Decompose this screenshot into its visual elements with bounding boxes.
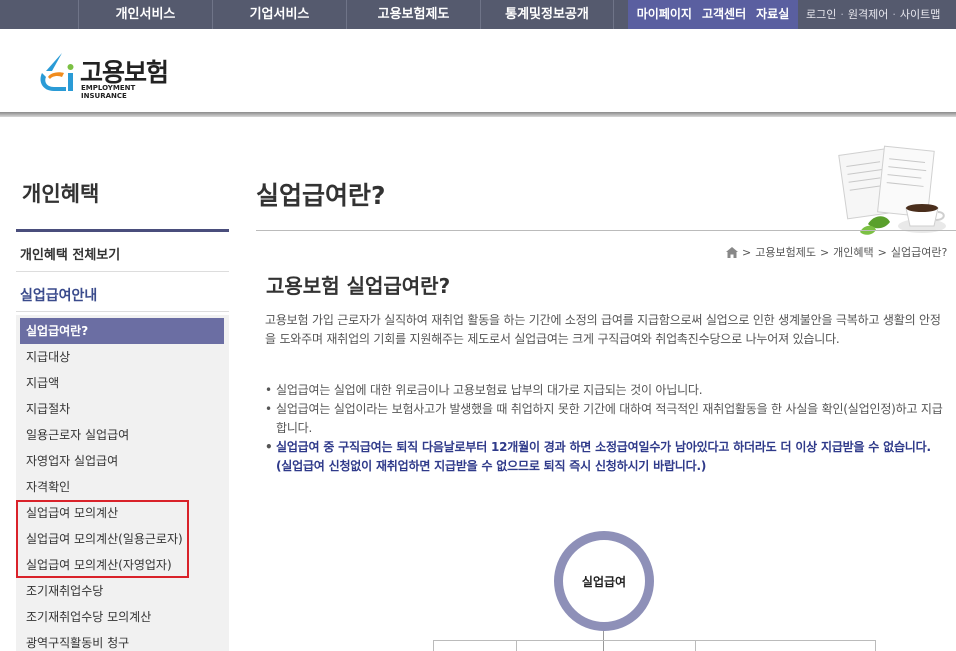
main-menu: 개인서비스 기업서비스 고용보험제도 통계및정보공개 bbox=[78, 0, 614, 29]
sidebar-item-what-is-unemployment-benefit[interactable]: 실업급여란? bbox=[20, 318, 224, 344]
breadcrumb-separator: > bbox=[877, 245, 887, 259]
menu-statistics[interactable]: 통계및정보공개 bbox=[480, 0, 614, 29]
sidebar-item-eligibility[interactable]: 지급대상 bbox=[20, 344, 224, 370]
sidebar-item-early-reemployment[interactable]: 조기재취업수당 bbox=[20, 578, 224, 604]
highlight-box bbox=[16, 500, 189, 578]
diagram-branch-tick bbox=[516, 640, 517, 651]
title-divider bbox=[256, 230, 956, 231]
menu-business-services[interactable]: 기업서비스 bbox=[212, 0, 346, 29]
sidebar-submenu: 실업급여란? 지급대상 지급액 지급절차 일용근로자 실업급여 자영업자 실업급… bbox=[16, 315, 229, 651]
diagram-root-node: 실업급여 bbox=[554, 531, 654, 631]
quick-links: 마이페이지 고객센터 자료실 bbox=[628, 0, 798, 29]
sidebar-view-all-link[interactable]: 개인혜택 전체보기 bbox=[20, 244, 120, 263]
diagram-root-label: 실업급여 bbox=[581, 574, 627, 589]
emphasis-text: 실업급여 중 구직급여는 퇴직 다음날로부터 12개월이 경과 하면 소정급여일… bbox=[276, 440, 931, 454]
menu-insurance-system[interactable]: 고용보험제도 bbox=[346, 0, 480, 29]
menu-personal-services[interactable]: 개인서비스 bbox=[78, 0, 212, 29]
breadcrumb: > 고용보험제도 > 개인혜택 > 실업급여란? bbox=[726, 244, 947, 260]
header-divider bbox=[0, 112, 956, 117]
emphasis-note: (실업급여 신청없이 재취업하면 지급받을 수 없으므로 퇴직 즉시 신청하시기… bbox=[276, 459, 707, 473]
login-link[interactable]: 로그인 bbox=[806, 0, 836, 29]
breadcrumb-personal-benefits[interactable]: 개인혜택 bbox=[833, 244, 873, 260]
sidebar-item-self-employed-benefit[interactable]: 자영업자 실업급여 bbox=[20, 448, 224, 474]
breadcrumb-separator: > bbox=[819, 245, 830, 259]
util-separator: · bbox=[840, 8, 844, 21]
sidebar-title: 개인혜택 bbox=[22, 182, 100, 206]
remote-control-link[interactable]: 원격제어 bbox=[848, 0, 888, 29]
list-item: 실업급여는 실업에 대한 위로금이나 고용보험료 납부의 대가로 지급되는 것이… bbox=[265, 381, 947, 400]
content-heading: 고용보험 실업급여란? bbox=[266, 274, 451, 298]
sidebar-divider bbox=[16, 271, 229, 272]
page-title: 실업급여란? bbox=[256, 181, 386, 210]
sidebar-item-qualification-check[interactable]: 자격확인 bbox=[20, 474, 224, 500]
logo-subtext: EMPLOYMENT INSURANCE bbox=[81, 84, 136, 100]
diagram-branch-tick bbox=[433, 640, 434, 651]
sidebar-title-underline bbox=[16, 229, 229, 232]
sidebar-divider bbox=[16, 311, 229, 312]
breadcrumb-current: 실업급여란? bbox=[890, 246, 948, 259]
archive-link[interactable]: 자료실 bbox=[756, 0, 789, 29]
intro-paragraph: 고용보험 가입 근로자가 실직하여 재취업 활동을 하는 기간에 소정의 급여를… bbox=[265, 313, 941, 346]
customer-center-link[interactable]: 고객센터 bbox=[702, 0, 746, 29]
list-item: 실업급여는 실업이라는 보험사고가 발생했을 때 취업하지 못한 기간에 대하여… bbox=[265, 400, 947, 438]
sidebar-item-amount[interactable]: 지급액 bbox=[20, 370, 224, 396]
breadcrumb-insurance-system[interactable]: 고용보험제도 bbox=[755, 244, 816, 260]
top-navigation: 개인서비스 기업서비스 고용보험제도 통계및정보공개 마이페이지 고객센터 자료… bbox=[0, 0, 956, 29]
util-separator: · bbox=[892, 8, 896, 21]
diagram-connector bbox=[603, 631, 604, 651]
mypage-link[interactable]: 마이페이지 bbox=[637, 0, 692, 29]
diagram-branch-tick bbox=[875, 640, 876, 651]
sidebar-item-procedure[interactable]: 지급절차 bbox=[20, 396, 224, 422]
sidebar-item-daily-worker-benefit[interactable]: 일용근로자 실업급여 bbox=[20, 422, 224, 448]
diagram-branch-tick bbox=[695, 640, 696, 651]
documents-coffee-illustration bbox=[838, 145, 946, 235]
logo-mark-icon bbox=[40, 53, 74, 91]
notice-list: 실업급여는 실업에 대한 위로금이나 고용보험료 납부의 대가로 지급되는 것이… bbox=[265, 381, 947, 476]
sidebar-section-unemployment[interactable]: 실업급여안내 bbox=[20, 285, 97, 305]
home-icon[interactable] bbox=[726, 246, 738, 258]
site-logo[interactable]: 고용보험 EMPLOYMENT INSURANCE bbox=[36, 51, 176, 100]
breadcrumb-separator: > bbox=[742, 245, 752, 259]
list-item-emphasis: 실업급여 중 구직급여는 퇴직 다음날로부터 12개월이 경과 하면 소정급여일… bbox=[265, 438, 947, 476]
sitemap-link[interactable]: 사이트맵 bbox=[900, 0, 940, 29]
diagram-branch-line bbox=[433, 640, 876, 641]
sidebar-item-early-reemployment-simulation[interactable]: 조기재취업수당 모의계산 bbox=[20, 604, 224, 630]
sidebar-item-wide-area-job-search[interactable]: 광역구직활동비 청구 bbox=[20, 630, 224, 651]
utility-links: 로그인 · 원격제어 · 사이트맵 bbox=[806, 0, 940, 29]
